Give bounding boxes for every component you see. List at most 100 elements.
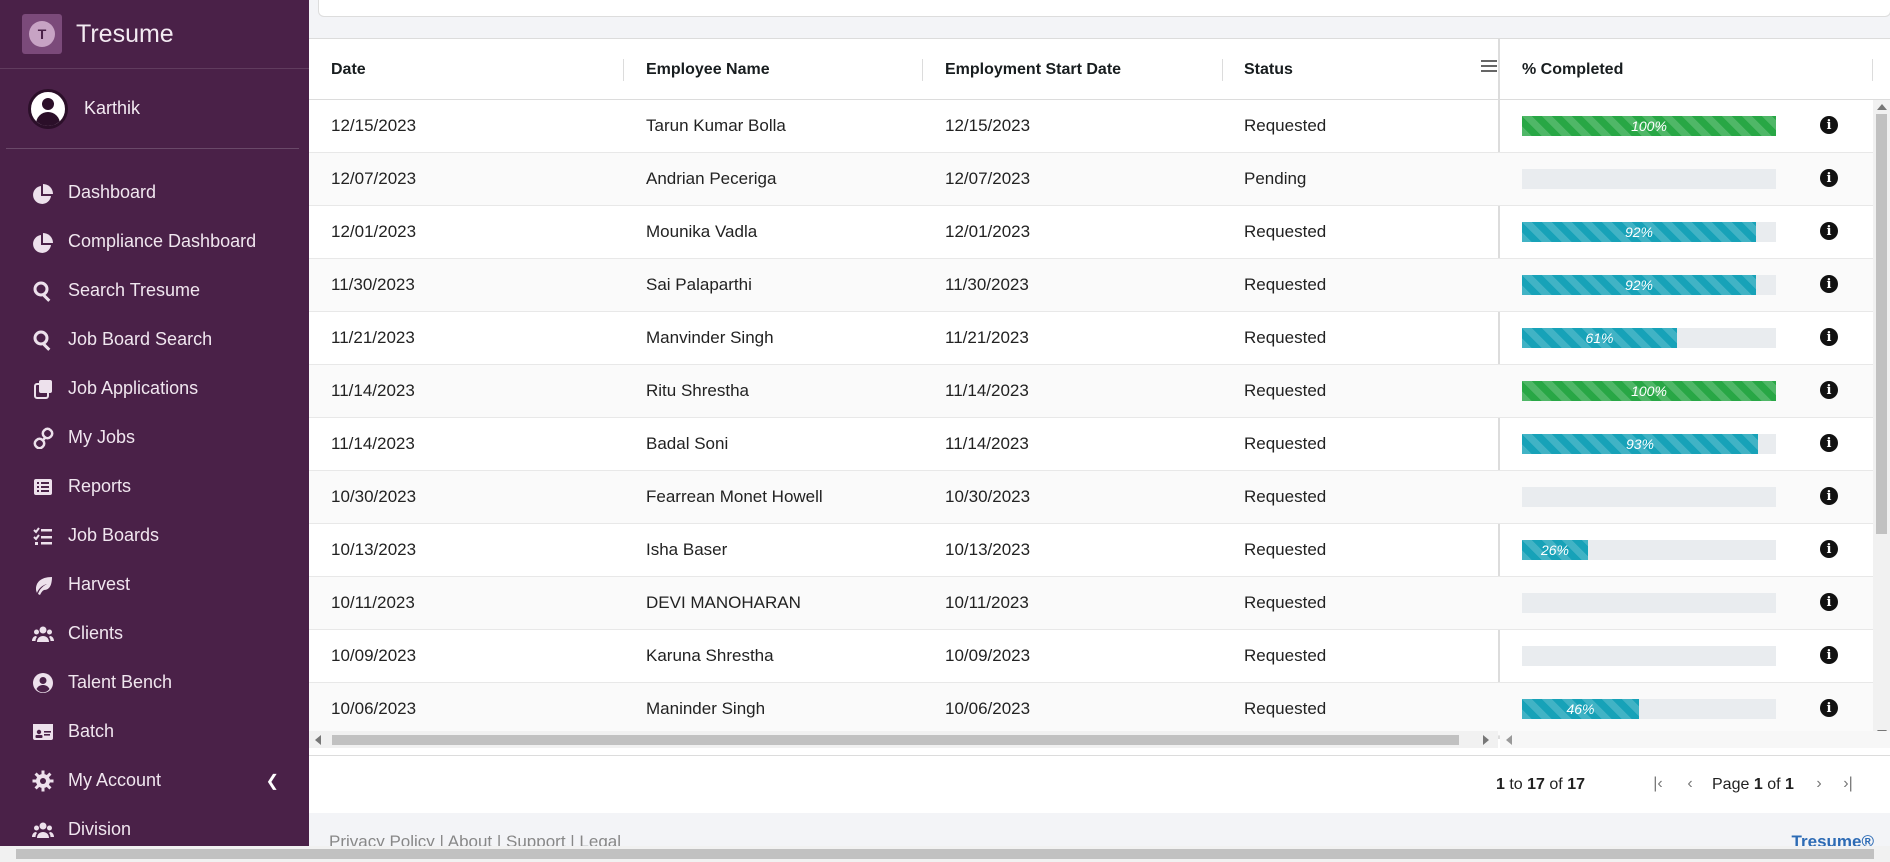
table-row[interactable]: 12/01/2023 Mounika Vadla 12/01/2023 Request… [309,206,1873,259]
previous-page-icon[interactable]: ‹ [1680,774,1700,794]
info-icon[interactable]: i [1820,169,1838,187]
pagination-panel: 1 to 17 of 17 |‹ ‹ Page 1 of 1 › ›| [309,755,1890,814]
next-page-icon[interactable]: › [1809,774,1829,794]
info-icon[interactable]: i [1820,328,1838,346]
last-page-icon[interactable]: ›| [1838,774,1858,794]
info-icon[interactable]: i [1820,646,1838,664]
sidebar-item-label: Search Tresume [68,280,201,300]
scrollbar-thumb[interactable] [332,735,1459,745]
progress-bar: 61% [1522,328,1776,348]
scroll-up-arrow-icon[interactable] [1877,104,1887,110]
table-row[interactable]: 11/14/2023 Ritu Shrestha 11/14/2023 Request… [309,365,1873,418]
column-separator[interactable] [1222,59,1223,81]
progress-bar: 46% [1522,699,1776,719]
table-row[interactable]: 10/11/2023 DEVI MANOHARAN 10/11/2023 Reques… [309,577,1873,630]
table-row[interactable]: 10/06/2023 Maninder Singh 10/06/2023 Reques… [309,683,1873,736]
info-icon[interactable]: i [1820,540,1838,558]
horizontal-scrollbar[interactable] [309,731,1498,748]
info-icon[interactable]: i [1820,222,1838,240]
column-header-percent-completed[interactable]: % Completed [1522,39,1623,100]
cell-date: 10/11/2023 [331,593,415,612]
table-row[interactable]: 10/09/2023 Karuna Shrestha 10/09/2023 Reque… [309,630,1873,683]
users-icon [30,819,56,841]
column-header-status[interactable]: Status [1244,39,1293,100]
info-icon[interactable]: i [1820,275,1838,293]
sidebar-item-my-account[interactable]: My Account ❮ [0,756,309,805]
sidebar-item-job-board-search[interactable]: Job Board Search [0,315,309,364]
cell-date: 10/06/2023 [331,699,417,718]
scroll-left-arrow-icon[interactable] [315,735,321,745]
brand[interactable]: T Tresume [0,0,309,69]
user-circle-icon [30,672,56,694]
column-header-employee-name[interactable]: Employee Name [646,39,770,100]
sidebar-item-batch[interactable]: Batch [0,707,309,756]
sidebar-item-my-jobs[interactable]: My Jobs [0,413,309,462]
cell-employee-name: Maninder Singh [646,699,766,718]
progress-bar [1522,646,1776,666]
top-card [318,0,1890,17]
sidebar-item-label: Talent Bench [68,672,173,692]
column-separator[interactable] [922,59,923,81]
table-row[interactable]: 12/07/2023 Andrian Peceriga 12/07/2023 Pend… [309,153,1873,206]
scroll-right-arrow-icon[interactable] [1483,735,1489,745]
progress-bar: 93% [1522,434,1776,454]
cell-employee-name: Andrian Peceriga [646,169,777,188]
info-icon[interactable]: i [1820,699,1838,717]
info-icon[interactable]: i [1820,381,1838,399]
progress-bar: 92% [1522,275,1776,295]
sidebar-item-search-tresume[interactable]: Search Tresume [0,266,309,315]
progress-fill: 100% [1522,116,1776,136]
cell-status: Requested [1244,540,1327,559]
cell-employee-name: Ritu Shrestha [646,381,749,400]
cell-date: 12/07/2023 [331,169,417,188]
scrollbar-thumb[interactable] [16,849,1874,859]
page-horizontal-scrollbar[interactable] [0,846,1890,862]
total-pages: 1 [1784,776,1794,793]
of-text: of [1549,776,1563,793]
table-row[interactable]: 10/30/2023 Fearrean Monet Howell 10/30/202… [309,471,1873,524]
list-icon [30,476,56,498]
scroll-left-arrow-icon[interactable] [1506,735,1512,745]
progress-fill: 92% [1522,275,1756,295]
sidebar-item-job-applications[interactable]: Job Applications [0,364,309,413]
cell-status: Requested [1244,487,1327,506]
info-icon[interactable]: i [1820,487,1838,505]
table-row[interactable]: 12/15/2023 Tarun Kumar Bolla 12/15/2023 Req… [309,100,1873,153]
column-header-date[interactable]: Date [331,39,366,100]
sidebar-item-harvest[interactable]: Harvest [0,560,309,609]
column-header-start-date[interactable]: Employment Start Date [945,39,1121,100]
pinned-horizontal-scrollbar[interactable] [1500,731,1890,748]
column-separator[interactable] [623,59,624,81]
info-icon[interactable]: i [1820,116,1838,134]
vertical-scrollbar[interactable] [1873,100,1890,740]
page-info: Page 1 of 1 [1712,776,1794,794]
progress-fill: 46% [1522,699,1639,719]
sidebar-item-clients[interactable]: Clients [0,609,309,658]
sidebar-item-label: Clients [68,623,124,643]
first-page-icon[interactable]: |‹ [1648,774,1668,794]
table-row[interactable]: 11/21/2023 Manvinder Singh 11/21/2023 Reque… [309,312,1873,365]
user-profile[interactable]: Karthik [6,69,299,149]
sidebar-item-talent-bench[interactable]: Talent Bench [0,658,309,707]
sidebar-item-job-boards[interactable]: Job Boards [0,511,309,560]
sidebar-item-compliance-dashboard[interactable]: Compliance Dashboard [0,217,309,266]
info-icon[interactable]: i [1820,593,1838,611]
table-row[interactable]: 10/13/2023 Isha Baser 10/13/2023 Requested 2… [309,524,1873,577]
table-row[interactable]: 11/30/2023 Sai Palaparthi 11/30/2023 Reques… [309,259,1873,312]
row-from: 1 [1496,776,1505,793]
column-menu-icon[interactable] [1481,60,1497,74]
scrollbar-thumb[interactable] [1876,114,1887,534]
sidebar-item-label: Harvest [68,574,131,594]
info-icon[interactable]: i [1820,434,1838,452]
to-text: to [1509,776,1523,793]
sidebar-item-reports[interactable]: Reports [0,462,309,511]
chevron-left-icon[interactable]: ❮ [266,771,279,791]
cell-status: Requested [1244,699,1327,718]
current-page: 1 [1753,776,1763,793]
table-row[interactable]: 11/14/2023 Badal Soni 11/14/2023 Requested 9… [309,418,1873,471]
sidebar-item-label: Batch [68,721,115,741]
sidebar-item-dashboard[interactable]: Dashboard [0,168,309,217]
sidebar-nav: Dashboard Compliance Dashboard Search Tres… [0,168,309,854]
link-icon [30,427,56,449]
gear-icon [30,770,56,792]
